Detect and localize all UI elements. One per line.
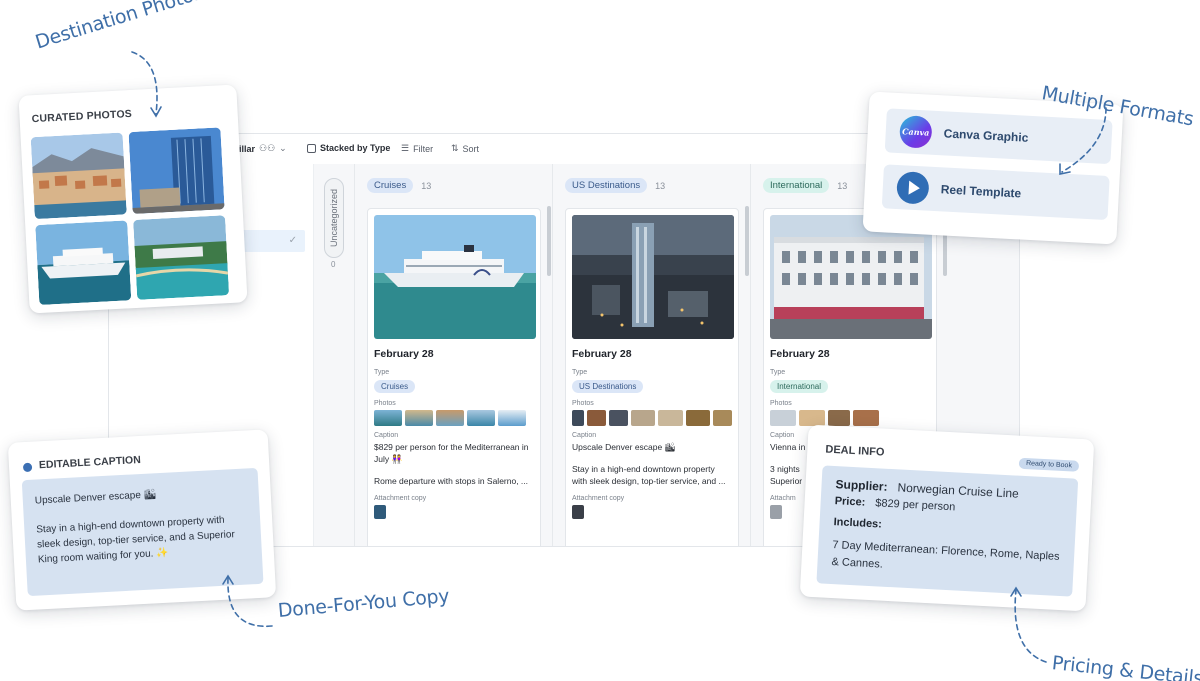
arrow-to-deal [1014,589,1047,663]
annotation-arrows [131,51,1107,663]
arrow-to-formats [1061,107,1107,173]
arrow-to-caption [227,577,273,628]
arrow-to-photos [131,51,158,115]
